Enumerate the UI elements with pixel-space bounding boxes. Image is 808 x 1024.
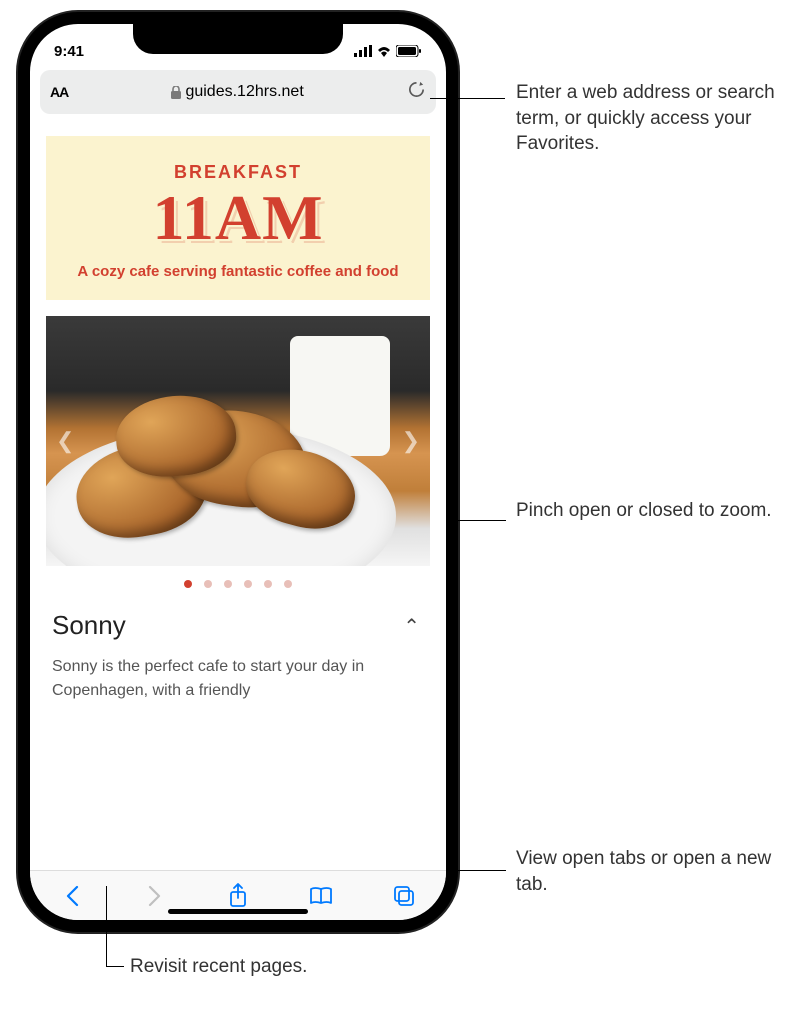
webpage-content[interactable]: BREAKFAST 11AM A cozy cafe serving fanta… xyxy=(30,120,446,870)
carousel-image xyxy=(46,316,430,566)
carousel-dot[interactable] xyxy=(204,580,212,588)
bookmarks-button[interactable] xyxy=(306,881,336,911)
hero-banner: BREAKFAST 11AM A cozy cafe serving fanta… xyxy=(46,136,430,300)
forward-button xyxy=(140,881,170,911)
wifi-icon xyxy=(376,45,392,57)
hero-subtitle: A cozy cafe serving fantastic coffee and… xyxy=(64,263,412,280)
carousel-dot[interactable] xyxy=(284,580,292,588)
image-carousel[interactable]: ❮ ❯ xyxy=(46,316,430,566)
reload-icon xyxy=(407,80,426,99)
chevron-left-icon xyxy=(65,885,79,907)
carousel-prev-button[interactable]: ❮ xyxy=(50,422,80,460)
hero-time: 11AM xyxy=(64,183,412,253)
carousel-dot[interactable] xyxy=(224,580,232,588)
tabs-button[interactable] xyxy=(389,881,419,911)
tabs-icon xyxy=(393,885,415,907)
chevron-up-icon[interactable]: ⌃ xyxy=(403,614,420,639)
reload-button[interactable] xyxy=(407,80,426,104)
article: Sonny ⌃ Sonny is the perfect cafe to sta… xyxy=(30,610,446,703)
status-icons xyxy=(354,45,422,57)
text-size-button[interactable]: AA xyxy=(50,84,68,100)
callout-addressbar: Enter a web address or search term, or q… xyxy=(516,80,808,157)
chevron-right-icon xyxy=(148,885,162,907)
carousel-dot[interactable] xyxy=(244,580,252,588)
carousel-dot[interactable] xyxy=(264,580,272,588)
share-icon xyxy=(228,883,248,909)
back-button[interactable] xyxy=(57,881,87,911)
article-body: Sonny is the perfect cafe to start your … xyxy=(52,655,424,703)
callout-line xyxy=(430,98,505,99)
carousel-dot[interactable] xyxy=(184,580,192,588)
address-bar[interactable]: AA guides.12hrs.net xyxy=(40,70,436,114)
url-text: guides.12hrs.net xyxy=(185,83,303,101)
callout-line xyxy=(446,870,506,871)
book-icon xyxy=(309,886,333,906)
signal-icon xyxy=(354,45,372,57)
phone-frame: 9:41 AA guides.12hrs.net BREAKFAST 11AM … xyxy=(18,12,458,932)
callout-tabs: View open tabs or open a new tab. xyxy=(516,846,808,897)
callout-line xyxy=(106,886,107,966)
carousel-dots xyxy=(30,580,446,588)
callout-zoom: Pinch open or closed to zoom. xyxy=(516,498,772,524)
battery-icon xyxy=(396,45,422,57)
callout-back: Revisit recent pages. xyxy=(130,954,307,980)
callout-line xyxy=(452,520,506,521)
status-time: 9:41 xyxy=(54,43,84,60)
carousel-next-button[interactable]: ❯ xyxy=(396,422,426,460)
article-title: Sonny xyxy=(52,610,424,641)
callout-line xyxy=(106,966,124,967)
notch xyxy=(133,24,343,54)
lock-icon xyxy=(171,86,181,99)
home-indicator[interactable] xyxy=(168,909,308,914)
hero-label: BREAKFAST xyxy=(64,162,412,183)
share-button[interactable] xyxy=(223,881,253,911)
url-field[interactable]: guides.12hrs.net xyxy=(74,83,401,101)
